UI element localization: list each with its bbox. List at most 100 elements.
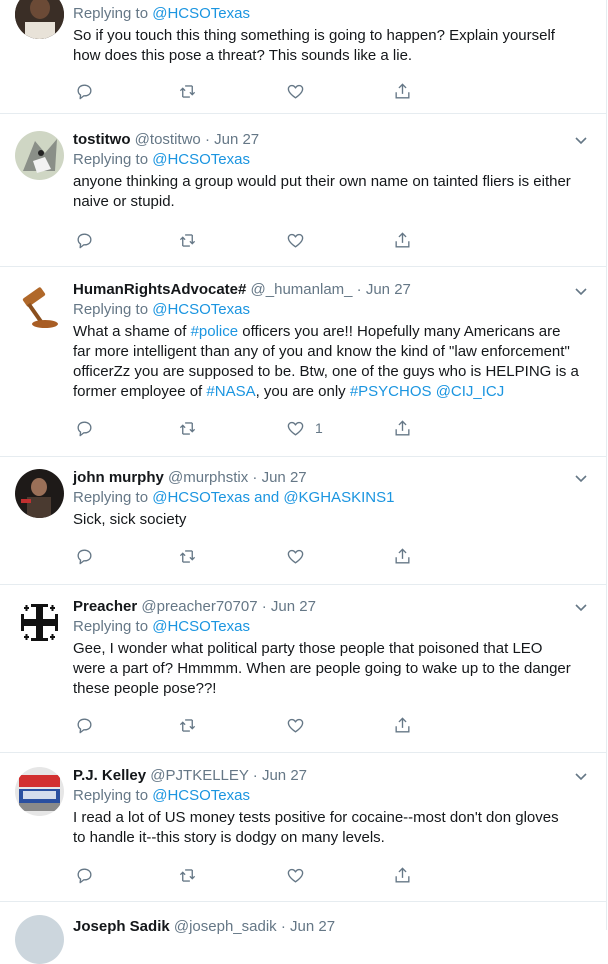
like-button[interactable] <box>286 714 315 736</box>
reply-button[interactable] <box>75 864 94 886</box>
hashtag-link[interactable]: @CIJ_ICJ <box>436 383 505 400</box>
separator: · <box>204 131 210 148</box>
reply-context: Replying to @HCSOTexas <box>73 787 250 804</box>
reply-to-link[interactable]: @HCSOTexas <box>152 151 250 168</box>
display-name[interactable]: Joseph Sadik <box>73 918 170 935</box>
like-icon <box>287 421 304 436</box>
share-button[interactable] <box>393 229 412 251</box>
text-segment: far more intelligent than any of you and… <box>73 343 570 360</box>
like-button[interactable] <box>286 864 315 886</box>
retweet-icon <box>178 231 196 250</box>
tweet-header: tostitwo @tostitwo · Jun 27 <box>73 130 586 150</box>
timestamp[interactable]: Jun 27 <box>290 918 335 935</box>
reply-button[interactable] <box>75 80 94 102</box>
tweet-text: anyone thinking a group would put their … <box>73 173 571 210</box>
share-button[interactable] <box>393 417 412 439</box>
text-segment: officers you are!! Hopefully many Americ… <box>238 323 561 340</box>
avatar[interactable] <box>15 131 64 180</box>
tweet-header: Joseph Sadik @joseph_sadik · Jun 27 <box>73 917 586 937</box>
tweet[interactable]: P.J. Kelley @PJTKELLEY · Jun 27 Replying… <box>0 752 606 902</box>
reply-button[interactable] <box>75 229 94 251</box>
reply-button[interactable] <box>75 714 94 736</box>
reply-to-link[interactable]: @HCSOTexas and @KGHASKINS1 <box>152 489 394 506</box>
tweet-actions <box>73 545 433 567</box>
text-segment: former employee of <box>73 383 207 400</box>
display-name[interactable]: tostitwo <box>73 131 131 148</box>
tweet-actions <box>73 229 433 251</box>
retweet-button[interactable] <box>178 864 197 886</box>
display-name[interactable]: Preacher <box>73 598 137 615</box>
timestamp[interactable]: Jun 27 <box>214 131 259 148</box>
avatar[interactable] <box>15 284 64 333</box>
avatar[interactable] <box>15 469 64 518</box>
share-icon <box>395 716 410 733</box>
reply-to-link[interactable]: @HCSOTexas <box>152 5 250 22</box>
retweet-button[interactable] <box>178 417 197 439</box>
like-icon <box>287 868 304 883</box>
tweet-text: What a shame of #police officers you are… <box>73 322 586 402</box>
reply-button[interactable] <box>75 417 94 439</box>
separator: · <box>252 469 258 486</box>
tweet[interactable]: tostitwo @tostitwo · Jun 27 Replying to … <box>0 113 606 267</box>
timeline-feed: Replying to @HCSOTexas So if you touch t… <box>0 0 607 964</box>
reply-button[interactable] <box>75 545 94 567</box>
tweet-actions <box>73 864 433 886</box>
display-name[interactable]: john murphy <box>73 469 164 486</box>
handle[interactable]: @PJTKELLEY <box>150 767 248 784</box>
share-icon <box>395 419 410 436</box>
retweet-icon <box>178 547 196 566</box>
reply-to-link[interactable]: @HCSOTexas <box>152 618 250 635</box>
reply-context: Replying to @HCSOTexas <box>73 151 250 168</box>
avatar[interactable] <box>15 0 64 39</box>
tweet-actions: 1 <box>73 417 433 439</box>
retweet-button[interactable] <box>178 80 197 102</box>
tweet[interactable]: Joseph Sadik @joseph_sadik · Jun 27 <box>0 901 606 964</box>
share-button[interactable] <box>393 80 412 102</box>
timestamp[interactable]: Jun 27 <box>262 767 307 784</box>
hashtag-link[interactable]: #PSYCHOS <box>350 383 432 400</box>
like-button[interactable]: 1 <box>286 417 323 439</box>
like-icon <box>287 549 304 564</box>
display-name[interactable]: HumanRightsAdvocate# <box>73 281 246 298</box>
tweet[interactable]: HumanRightsAdvocate# @_humanlam_ · Jun 2… <box>0 266 606 457</box>
tweet[interactable]: Preacher @preacher70707 · Jun 27 Replyin… <box>0 584 606 753</box>
like-button[interactable] <box>286 229 315 251</box>
avatar[interactable] <box>15 598 64 647</box>
hashtag-link[interactable]: #NASA <box>206 383 255 400</box>
share-button[interactable] <box>393 714 412 736</box>
like-button[interactable] <box>286 80 315 102</box>
hashtag-link[interactable]: #police <box>191 323 239 340</box>
retweet-button[interactable] <box>178 229 197 251</box>
timestamp[interactable]: Jun 27 <box>262 469 307 486</box>
reply-context: Replying to @HCSOTexas <box>73 301 250 318</box>
timestamp[interactable]: Jun 27 <box>271 598 316 615</box>
reply-to-link[interactable]: @HCSOTexas <box>152 787 250 804</box>
retweet-icon <box>178 866 196 885</box>
handle[interactable]: @_humanlam_ <box>251 281 353 298</box>
display-name[interactable]: P.J. Kelley <box>73 767 146 784</box>
avatar[interactable] <box>15 915 64 964</box>
share-button[interactable] <box>393 545 412 567</box>
handle[interactable]: @joseph_sadik <box>174 918 277 935</box>
timestamp[interactable]: Jun 27 <box>366 281 411 298</box>
reply-icon <box>77 548 92 564</box>
separator: · <box>356 281 362 298</box>
avatar[interactable] <box>15 767 64 816</box>
like-button[interactable] <box>286 545 315 567</box>
share-icon <box>395 231 410 248</box>
tweet-header: P.J. Kelley @PJTKELLEY · Jun 27 <box>73 766 586 786</box>
handle[interactable]: @preacher70707 <box>141 598 257 615</box>
share-icon <box>395 547 410 564</box>
text-segment: , you are only <box>255 383 350 400</box>
separator: · <box>280 918 286 935</box>
reply-icon <box>77 717 92 733</box>
retweet-button[interactable] <box>178 545 197 567</box>
tweet[interactable]: john murphy @murphstix · Jun 27 Replying… <box>0 456 606 585</box>
tweet[interactable]: Replying to @HCSOTexas So if you touch t… <box>0 0 606 114</box>
handle[interactable]: @tostitwo <box>135 131 201 148</box>
share-button[interactable] <box>393 864 412 886</box>
retweet-button[interactable] <box>178 714 197 736</box>
handle[interactable]: @murphstix <box>168 469 248 486</box>
reply-to-link[interactable]: @HCSOTexas <box>152 301 250 318</box>
tweet-header: john murphy @murphstix · Jun 27 <box>73 468 586 488</box>
